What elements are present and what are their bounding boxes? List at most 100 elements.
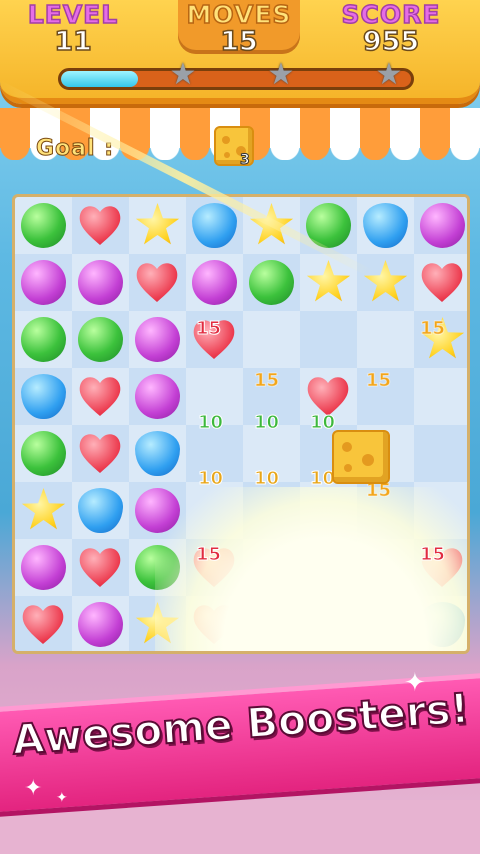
board-cell[interactable] bbox=[243, 254, 300, 311]
board-cell[interactable] bbox=[300, 539, 357, 596]
board-cell[interactable] bbox=[15, 596, 72, 651]
level-label: LEVEL bbox=[27, 0, 119, 29]
board-cell[interactable] bbox=[72, 482, 129, 539]
board-cell[interactable] bbox=[129, 254, 186, 311]
yellow-candy-icon[interactable] bbox=[306, 260, 351, 302]
board-cell[interactable] bbox=[414, 254, 470, 311]
progress-star-icon: ★ bbox=[267, 57, 295, 92]
board-cell[interactable] bbox=[186, 596, 243, 653]
blue-candy-icon[interactable] bbox=[21, 374, 66, 419]
board-cell[interactable] bbox=[72, 368, 129, 425]
purple-candy-icon[interactable] bbox=[420, 203, 465, 248]
red-candy-icon[interactable] bbox=[78, 431, 123, 476]
red-candy-icon[interactable] bbox=[78, 545, 123, 590]
green-candy-icon[interactable] bbox=[21, 431, 66, 476]
board-cell[interactable] bbox=[129, 197, 186, 254]
level-stat: LEVEL 11 bbox=[8, 0, 138, 57]
board-cell[interactable] bbox=[129, 368, 186, 425]
board-cell[interactable] bbox=[357, 254, 414, 311]
board-cell[interactable] bbox=[243, 596, 300, 651]
sparkle-icon: ✦ bbox=[56, 790, 68, 806]
purple-candy-icon[interactable] bbox=[21, 545, 66, 590]
blue-candy-icon[interactable] bbox=[363, 203, 408, 248]
board-cell[interactable] bbox=[15, 539, 72, 596]
yellow-candy-icon[interactable] bbox=[135, 602, 180, 644]
board-cell[interactable] bbox=[15, 425, 72, 482]
board-cell[interactable] bbox=[243, 311, 300, 368]
purple-candy-icon[interactable] bbox=[135, 317, 180, 362]
yellow-candy-icon[interactable] bbox=[363, 260, 408, 302]
board-cell[interactable] bbox=[300, 596, 357, 651]
board-cell[interactable] bbox=[243, 482, 300, 539]
score-popup: 10 bbox=[253, 412, 280, 434]
board-cell[interactable] bbox=[15, 197, 72, 254]
board-cell[interactable] bbox=[357, 311, 414, 368]
board-cell[interactable] bbox=[15, 482, 72, 539]
purple-candy-icon[interactable] bbox=[78, 260, 123, 305]
purple-candy-icon[interactable] bbox=[78, 602, 123, 647]
board-cell[interactable] bbox=[357, 596, 414, 651]
moves-value: 15 bbox=[219, 26, 258, 57]
board-cell[interactable] bbox=[129, 539, 186, 596]
green-candy-icon[interactable] bbox=[21, 203, 66, 248]
yellow-candy-icon[interactable] bbox=[135, 203, 180, 245]
board-cell[interactable] bbox=[414, 596, 467, 651]
purple-candy-icon[interactable] bbox=[135, 374, 180, 419]
blue-candy-icon[interactable] bbox=[135, 431, 180, 476]
board-cell[interactable] bbox=[15, 311, 72, 368]
board-cell[interactable] bbox=[15, 254, 72, 311]
purple-candy-icon[interactable] bbox=[306, 602, 351, 647]
board-cell[interactable] bbox=[186, 254, 243, 311]
board-cell[interactable] bbox=[129, 596, 186, 651]
yellow-candy-icon[interactable] bbox=[21, 488, 66, 530]
board-cell[interactable] bbox=[72, 254, 129, 311]
red-candy-icon[interactable] bbox=[78, 203, 123, 248]
board-cell[interactable] bbox=[414, 197, 467, 254]
purple-candy-icon[interactable] bbox=[249, 602, 294, 647]
progress-star-icon: ★ bbox=[169, 57, 197, 92]
green-candy-icon[interactable] bbox=[135, 545, 180, 590]
board-cell[interactable] bbox=[357, 539, 414, 596]
board-cell[interactable] bbox=[414, 482, 467, 539]
purple-candy-icon[interactable] bbox=[135, 488, 180, 533]
yellow-candy-icon[interactable] bbox=[363, 602, 408, 644]
board-cell[interactable] bbox=[72, 425, 129, 482]
board-cell[interactable] bbox=[15, 368, 72, 425]
red-candy-icon[interactable] bbox=[135, 260, 180, 305]
red-candy-icon[interactable] bbox=[78, 374, 123, 419]
green-candy-icon[interactable] bbox=[249, 260, 294, 305]
board-cell[interactable] bbox=[300, 311, 357, 368]
red-candy-icon[interactable] bbox=[192, 602, 237, 647]
board-cell[interactable] bbox=[72, 311, 129, 368]
board-cell[interactable] bbox=[72, 539, 129, 596]
green-candy-icon[interactable] bbox=[78, 317, 123, 362]
blue-candy-icon[interactable] bbox=[78, 488, 123, 533]
board-cell[interactable] bbox=[72, 197, 129, 254]
board-cell[interactable] bbox=[300, 482, 357, 539]
board-cell[interactable] bbox=[414, 368, 467, 425]
score-popup: 10 bbox=[197, 412, 224, 434]
board-cell[interactable] bbox=[357, 197, 414, 254]
board-cell[interactable] bbox=[129, 311, 186, 368]
game-screen: LEVEL 11 MOVES 15 SCORE 955 ★ ★ ★ Goal :… bbox=[0, 0, 480, 854]
red-candy-icon[interactable] bbox=[21, 602, 66, 647]
score-stat: SCORE 955 bbox=[326, 1, 456, 57]
board-cell[interactable] bbox=[72, 596, 129, 651]
score-popup: 10 bbox=[197, 468, 224, 490]
board-cell[interactable] bbox=[129, 425, 186, 482]
purple-candy-icon[interactable] bbox=[192, 260, 237, 305]
green-candy-icon[interactable] bbox=[21, 317, 66, 362]
score-popup: 15 bbox=[419, 544, 446, 566]
top-hud: LEVEL 11 MOVES 15 SCORE 955 ★ ★ ★ bbox=[0, 0, 480, 104]
board-cell[interactable] bbox=[414, 425, 467, 482]
cheese-blocker-icon bbox=[332, 430, 390, 484]
board-cell[interactable] bbox=[186, 482, 243, 539]
blue-candy-icon[interactable] bbox=[420, 602, 465, 647]
board-cell[interactable] bbox=[129, 482, 186, 539]
game-board[interactable] bbox=[12, 194, 470, 654]
score-popup: 15 bbox=[253, 370, 280, 392]
red-candy-icon[interactable] bbox=[420, 260, 465, 305]
purple-candy-icon[interactable] bbox=[21, 260, 66, 305]
board-cell[interactable] bbox=[243, 539, 300, 596]
blue-candy-icon[interactable] bbox=[192, 203, 237, 248]
